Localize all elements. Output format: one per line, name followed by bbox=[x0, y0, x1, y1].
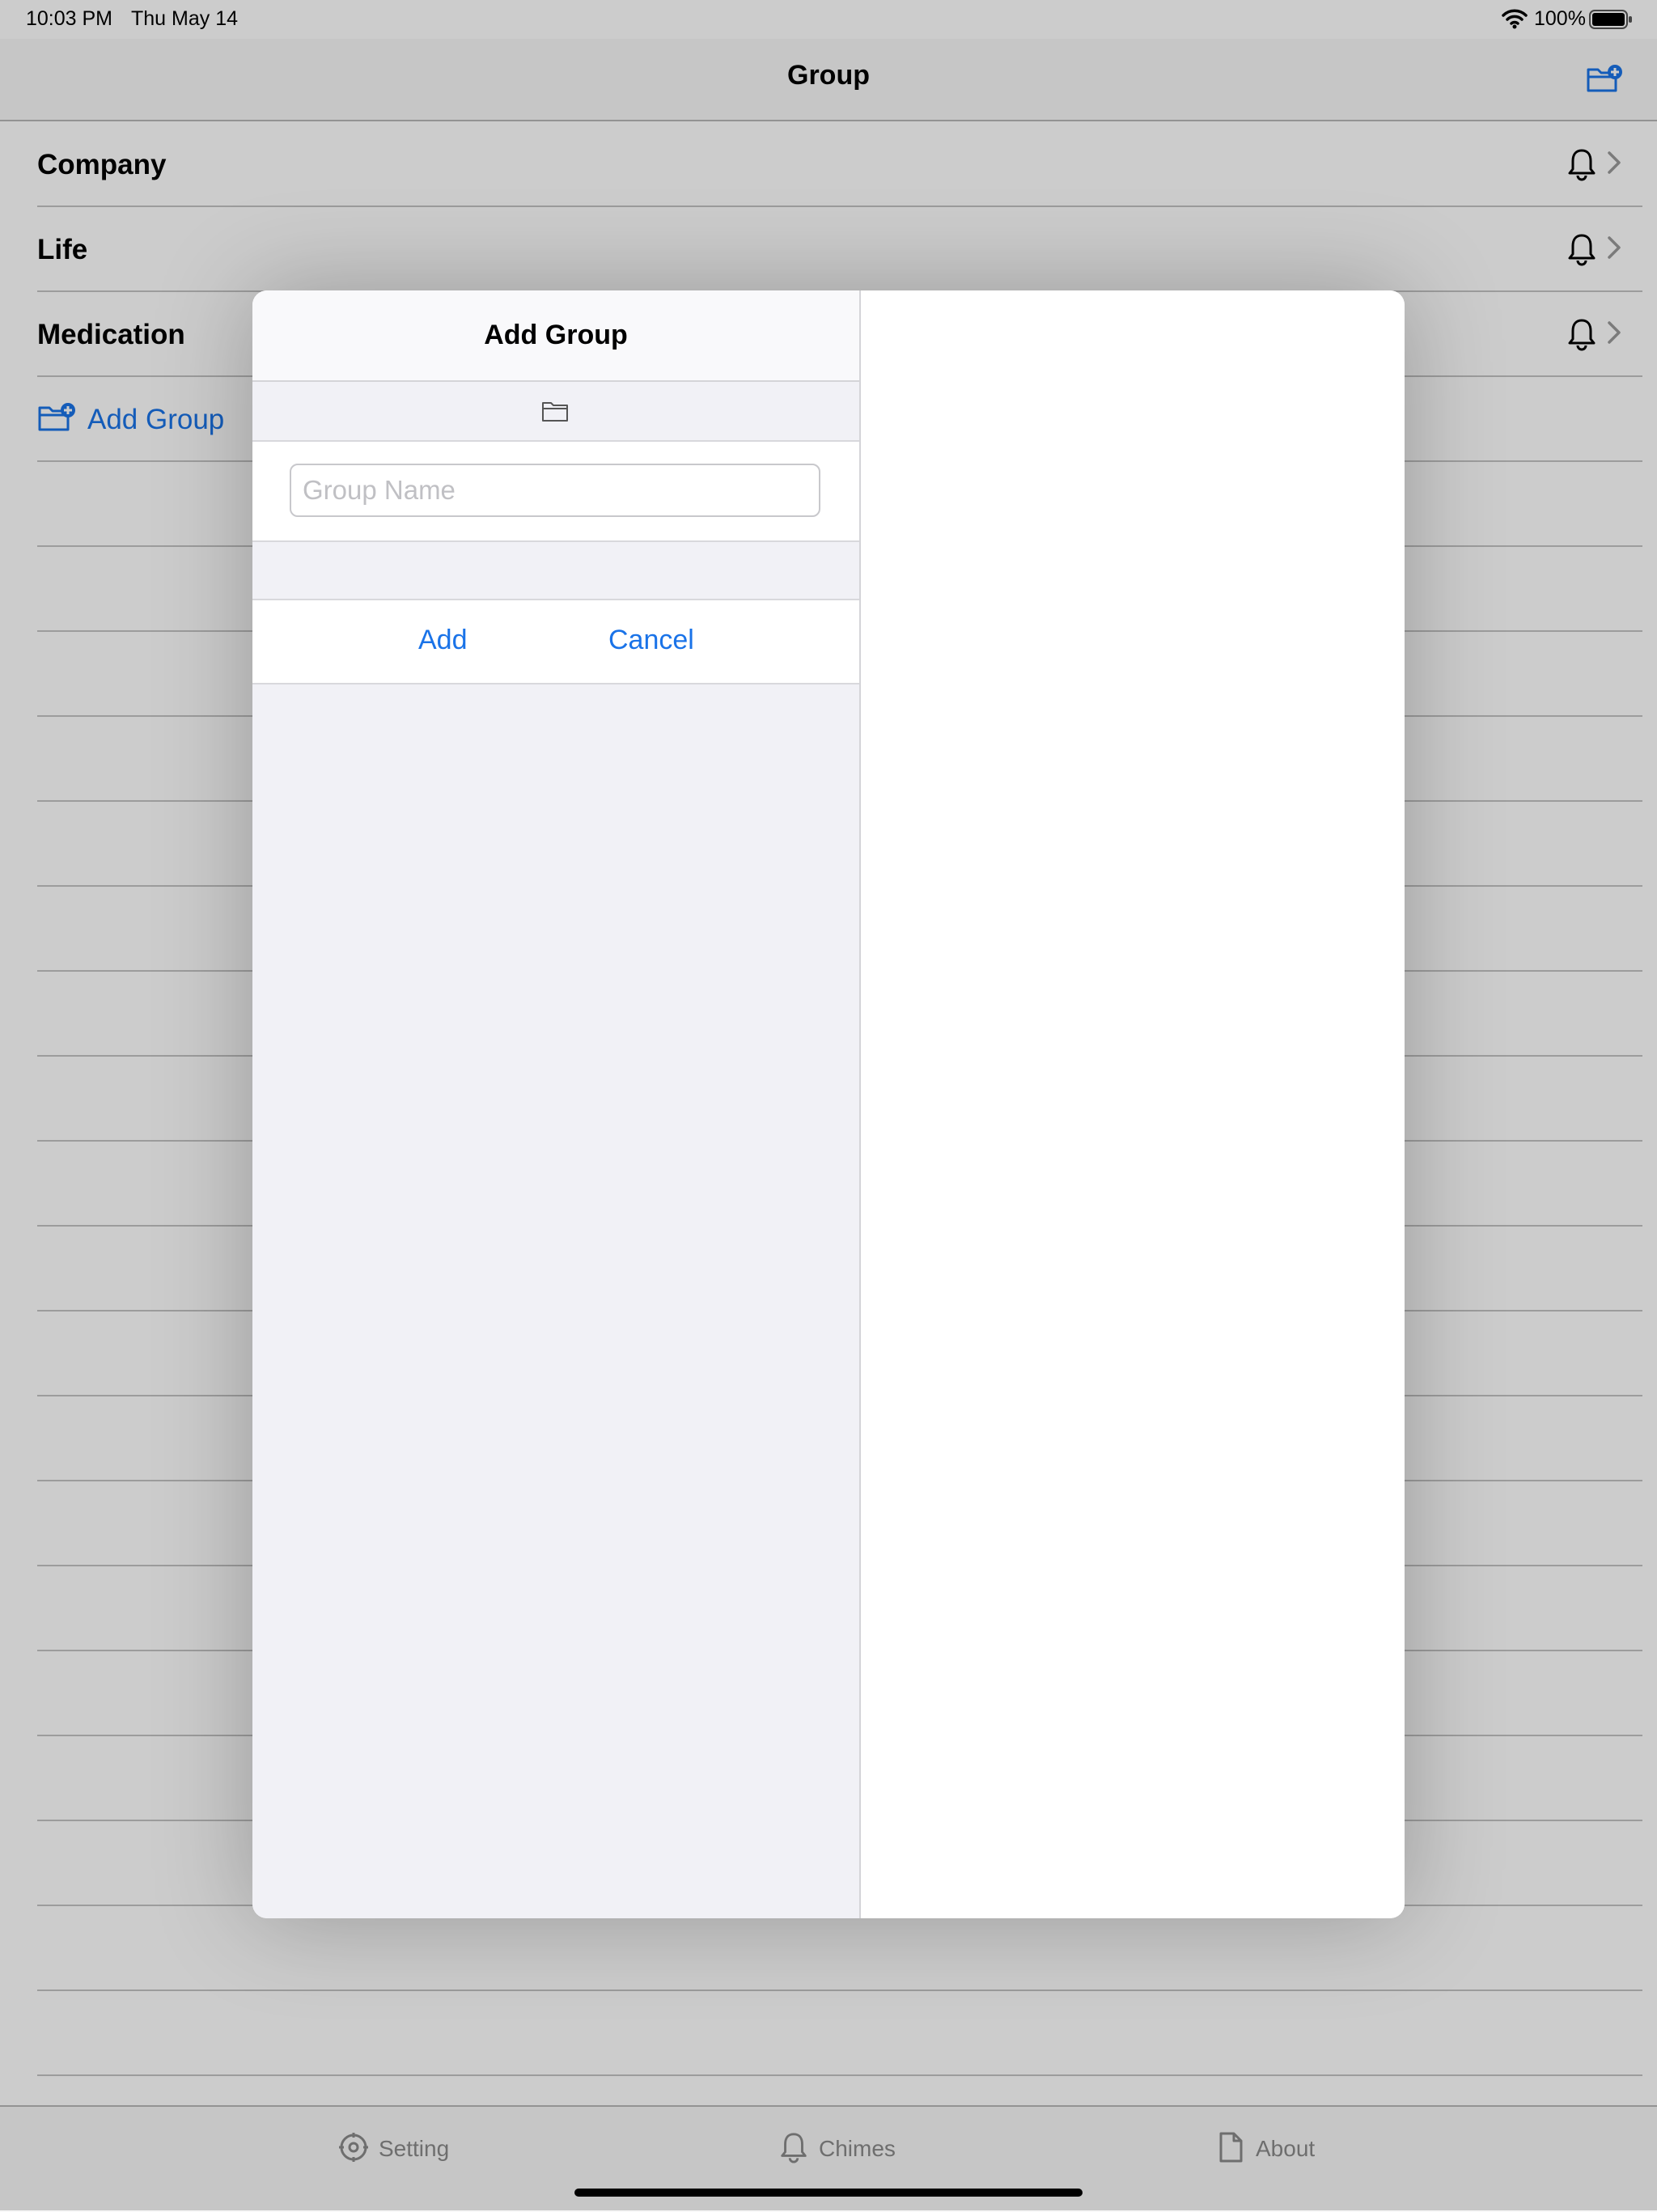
modal-header: Add Group bbox=[252, 290, 859, 382]
modal-actions: Add Cancel bbox=[252, 600, 859, 684]
add-button[interactable]: Add bbox=[418, 625, 468, 656]
add-group-modal: Add Group Add Cancel bbox=[252, 290, 1405, 1918]
modal-detail-pane bbox=[861, 290, 1405, 1918]
group-name-section bbox=[252, 442, 859, 542]
modal-title: Add Group bbox=[484, 320, 628, 350]
section-gap bbox=[252, 542, 859, 600]
cancel-button[interactable]: Cancel bbox=[608, 625, 694, 656]
modal-form-pane: Add Group Add Cancel bbox=[252, 290, 861, 1918]
folder-icon bbox=[542, 402, 568, 422]
group-name-input[interactable] bbox=[290, 464, 820, 517]
folder-section bbox=[252, 382, 859, 442]
